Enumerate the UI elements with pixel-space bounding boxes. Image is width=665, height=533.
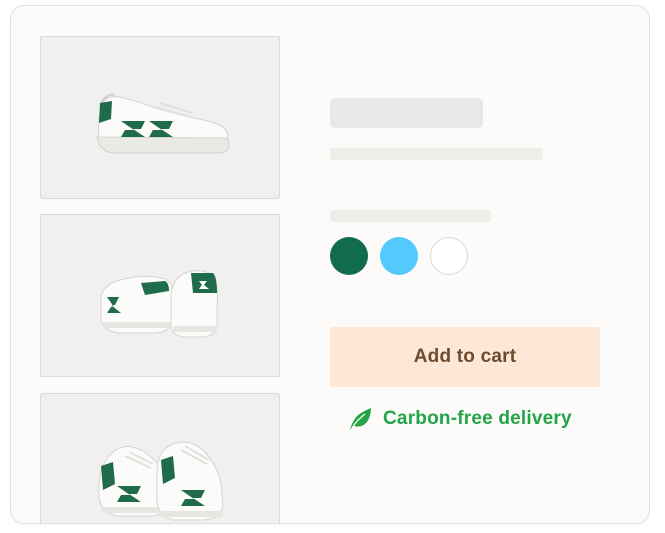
product-thumbnail-front[interactable] bbox=[40, 393, 280, 523]
color-swatch-light-blue[interactable] bbox=[380, 237, 418, 275]
color-label-skeleton bbox=[330, 210, 491, 222]
title-skeleton bbox=[330, 98, 483, 128]
sneaker-side-view-image bbox=[96, 93, 230, 154]
add-to-cart-button[interactable]: Add to cart bbox=[330, 327, 600, 387]
delivery-text: Carbon-free delivery bbox=[383, 408, 572, 429]
color-swatch-green[interactable] bbox=[330, 237, 368, 275]
product-card: Add to cart Carbon-free delivery bbox=[10, 5, 650, 524]
leaf-icon bbox=[350, 408, 371, 430]
sneaker-front-pair-image bbox=[98, 441, 224, 521]
sneaker-back-pair-image bbox=[100, 270, 218, 338]
color-swatch-white[interactable] bbox=[430, 237, 468, 275]
product-thumbnail-back[interactable] bbox=[40, 214, 280, 377]
subtitle-skeleton bbox=[330, 148, 543, 160]
product-thumbnail-side[interactable] bbox=[40, 36, 280, 199]
delivery-info: Carbon-free delivery bbox=[347, 404, 572, 434]
